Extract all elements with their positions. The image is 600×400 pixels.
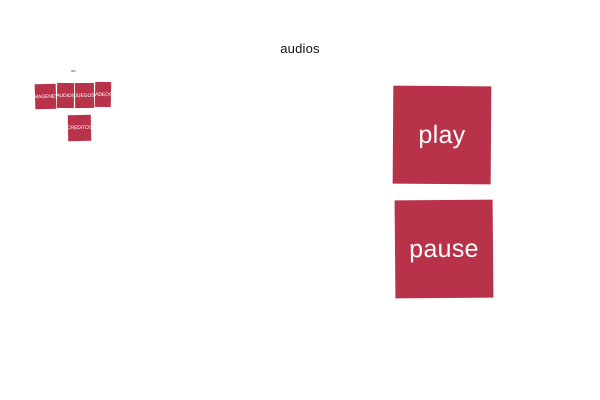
- nav-audios-button[interactable]: AUDIOS: [56, 82, 75, 109]
- nav-juegos-button[interactable]: JUEGOS: [74, 82, 95, 109]
- small-label: aa: [71, 68, 76, 73]
- nav-creditos-button[interactable]: CREDITOS: [67, 114, 92, 142]
- nav-videos-button[interactable]: VIDEOS: [94, 81, 112, 108]
- pause-button[interactable]: pause: [394, 199, 494, 299]
- page: audios aa IMAGENES AUDIOS JUEGOS VIDEOS …: [0, 0, 600, 400]
- nav-imagenes-button[interactable]: IMAGENES: [34, 83, 57, 110]
- play-button[interactable]: play: [392, 85, 492, 185]
- page-title: audios: [280, 41, 320, 56]
